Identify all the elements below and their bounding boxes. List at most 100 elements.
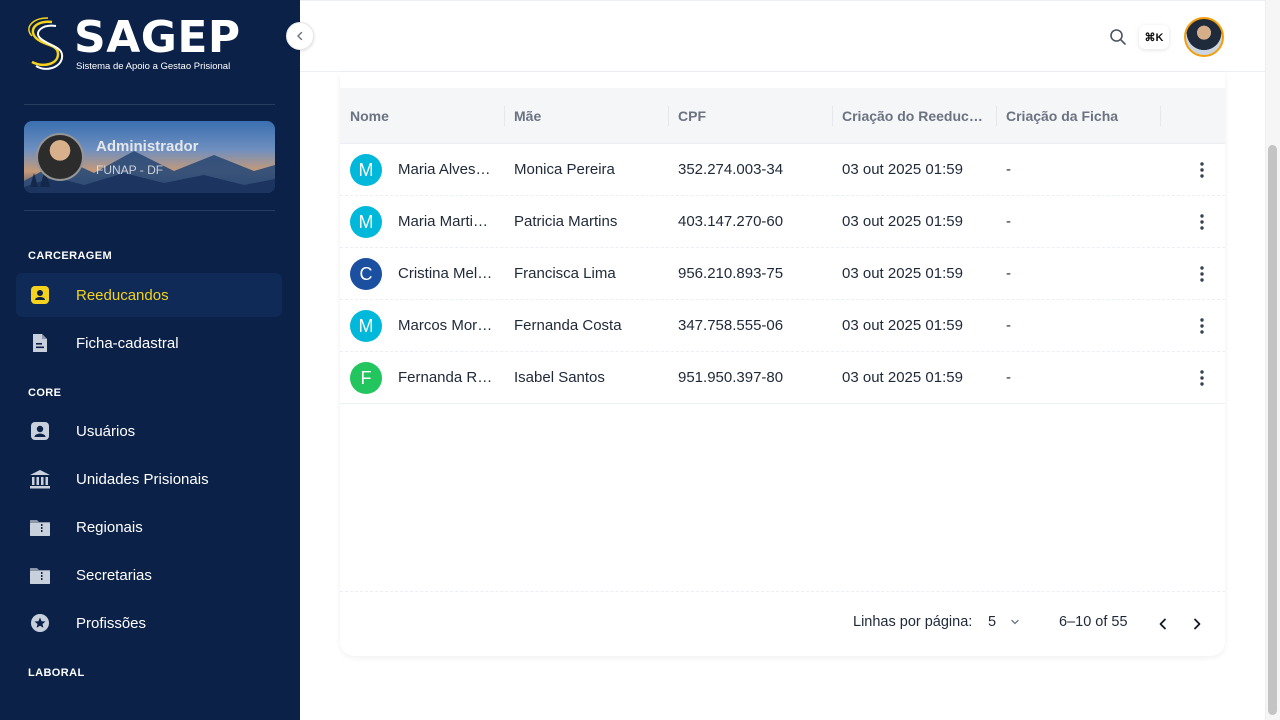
chevron-left-icon <box>1159 618 1166 630</box>
avatar: C <box>350 258 382 290</box>
column-header-cpf[interactable]: CPF <box>678 88 828 144</box>
column-header-mae[interactable]: Mãe <box>514 88 664 144</box>
sidebar-item-usuarios[interactable]: Usuários <box>16 409 282 453</box>
sidebar-item-unidades-prisionais[interactable]: Unidades Prisionais <box>16 457 282 501</box>
section-label-carceragem: CARCERAGEM <box>28 250 113 262</box>
more-vertical-icon <box>1200 162 1204 178</box>
divider <box>24 104 275 105</box>
column-divider[interactable] <box>668 106 669 126</box>
cell-cpf: 347.758.555-06 <box>678 317 784 334</box>
rows-per-page-value: 5 <box>988 614 997 630</box>
row-actions-button[interactable] <box>1190 366 1214 390</box>
sidebar-item-label: Profissões <box>76 614 147 632</box>
sagep-logo[interactable]: SAGEP Sistema de Apoio a Gestao Prisiona… <box>22 12 242 74</box>
cell-cpf: 951.950.397-80 <box>678 369 784 386</box>
pagination-range: 6–10 of 55 <box>1059 614 1128 630</box>
table-row[interactable]: M Maria Martins Silva Patricia Martins 4… <box>340 196 1225 248</box>
search-shortcut-badge[interactable]: ⌘K <box>1139 25 1169 49</box>
column-header-criacao-ficha[interactable]: Criação da Ficha <box>1006 88 1156 144</box>
cell-mae: Patricia Martins <box>514 213 618 230</box>
cell-nome: Marcos Moreira Costa <box>398 317 494 334</box>
table-row[interactable]: M Maria Alves Santos Monica Pereira 352.… <box>340 144 1225 196</box>
folder-icon <box>28 515 52 539</box>
more-vertical-icon <box>1200 370 1204 386</box>
cell-mae: Francisca Lima <box>514 265 616 282</box>
column-divider[interactable] <box>832 106 833 126</box>
column-divider[interactable] <box>504 106 505 126</box>
row-actions-button[interactable] <box>1190 158 1214 182</box>
divider <box>24 210 275 211</box>
previous-page-button[interactable] <box>1149 610 1177 638</box>
chevron-down-icon <box>1011 619 1019 625</box>
sidebar-item-reeducandos[interactable]: Reeducandos <box>16 273 282 317</box>
folder-icon <box>28 563 52 587</box>
scrollbar-thumb[interactable] <box>1268 145 1277 715</box>
cell-criacao-reeducando: 03 out 2025 01:59 <box>842 161 963 178</box>
section-label-laboral: LABORAL <box>28 667 85 679</box>
next-page-button[interactable] <box>1183 610 1211 638</box>
table-row[interactable]: M Marcos Moreira Costa Fernanda Costa 34… <box>340 300 1225 352</box>
cell-cpf: 352.274.003-34 <box>678 161 784 178</box>
sidebar-item-label: Ficha-cadastral <box>76 334 179 352</box>
cell-criacao-reeducando: 03 out 2025 01:59 <box>842 265 963 282</box>
cell-mae: Isabel Santos <box>514 369 605 386</box>
cell-criacao-ficha: - <box>1006 369 1011 386</box>
cell-nome: Cristina Melo Lima <box>398 265 494 282</box>
logo-mark-icon <box>28 17 64 70</box>
cell-nome: Fernanda Rocha Santos <box>398 369 494 386</box>
cell-criacao-reeducando: 03 out 2025 01:59 <box>842 213 963 230</box>
table-header: Nome Mãe CPF Criação do Reeducando Criaç… <box>340 88 1225 144</box>
column-header-nome[interactable]: Nome <box>350 88 500 144</box>
rows-per-page-label: Linhas por página: <box>853 614 973 630</box>
sidebar-item-profissoes[interactable]: Profissões <box>16 601 282 645</box>
sidebar-item-label: Unidades Prisionais <box>76 470 209 488</box>
table-row[interactable]: F Fernanda Rocha Santos Isabel Santos 95… <box>340 352 1225 404</box>
cell-cpf: 956.210.893-75 <box>678 265 784 282</box>
cell-mae: Fernanda Costa <box>514 317 622 334</box>
sidebar-item-label: Regionais <box>76 518 143 536</box>
avatar: M <box>350 310 382 342</box>
brand-subtitle: Sistema de Apoio a Gestao Prisional <box>76 61 231 72</box>
row-actions-button[interactable] <box>1190 262 1214 286</box>
cell-criacao-reeducando: 03 out 2025 01:59 <box>842 369 963 386</box>
star-icon <box>28 611 52 635</box>
user-card[interactable]: Administrador FUNAP - DF <box>24 121 275 193</box>
cell-criacao-ficha: - <box>1006 213 1011 230</box>
bank-icon <box>28 467 52 491</box>
reeducandos-table-card: Nome Mãe CPF Criação do Reeducando Criaç… <box>340 72 1225 656</box>
column-divider[interactable] <box>996 106 997 126</box>
user-organization: FUNAP - DF <box>96 163 164 177</box>
cell-cpf: 403.147.270-60 <box>678 213 784 230</box>
cell-criacao-ficha: - <box>1006 265 1011 282</box>
more-vertical-icon <box>1200 318 1204 334</box>
table-row[interactable]: C Cristina Melo Lima Francisca Lima 956.… <box>340 248 1225 300</box>
column-header-criacao-reeducando[interactable]: Criação do Reeducando <box>842 88 988 144</box>
avatar: M <box>350 154 382 186</box>
chevron-right-icon <box>1194 618 1201 630</box>
user-icon <box>28 419 52 443</box>
sidebar-item-ficha-cadastral[interactable]: Ficha-cadastral <box>16 321 282 365</box>
rows-per-page-select[interactable]: 5 <box>988 614 1020 630</box>
collapse-sidebar-button[interactable] <box>286 22 314 50</box>
cell-nome: Maria Martins Silva <box>398 213 494 230</box>
chevron-left-icon <box>297 31 303 41</box>
account-avatar-button[interactable] <box>1184 17 1224 57</box>
cell-nome: Maria Alves Santos <box>398 161 494 178</box>
file-icon <box>28 331 52 355</box>
sidebar-item-secretarias[interactable]: Secretarias <box>16 553 282 597</box>
table-pagination: Linhas por página: 5 6–10 of 55 <box>340 591 1225 656</box>
sidebar-item-regionais[interactable]: Regionais <box>16 505 282 549</box>
sidebar-item-label: Secretarias <box>76 566 152 584</box>
row-actions-button[interactable] <box>1190 210 1214 234</box>
cell-criacao-ficha: - <box>1006 161 1011 178</box>
row-actions-button[interactable] <box>1190 314 1214 338</box>
sidebar-item-label: Reeducandos <box>76 286 169 304</box>
topbar: ⌘K <box>300 0 1265 72</box>
user-badge-icon <box>28 283 52 307</box>
column-divider[interactable] <box>1160 106 1161 126</box>
avatar: F <box>350 362 382 394</box>
brand-name: SAGEP <box>74 12 241 63</box>
avatar <box>36 133 84 181</box>
cell-criacao-ficha: - <box>1006 317 1011 334</box>
search-button[interactable] <box>1102 21 1134 53</box>
